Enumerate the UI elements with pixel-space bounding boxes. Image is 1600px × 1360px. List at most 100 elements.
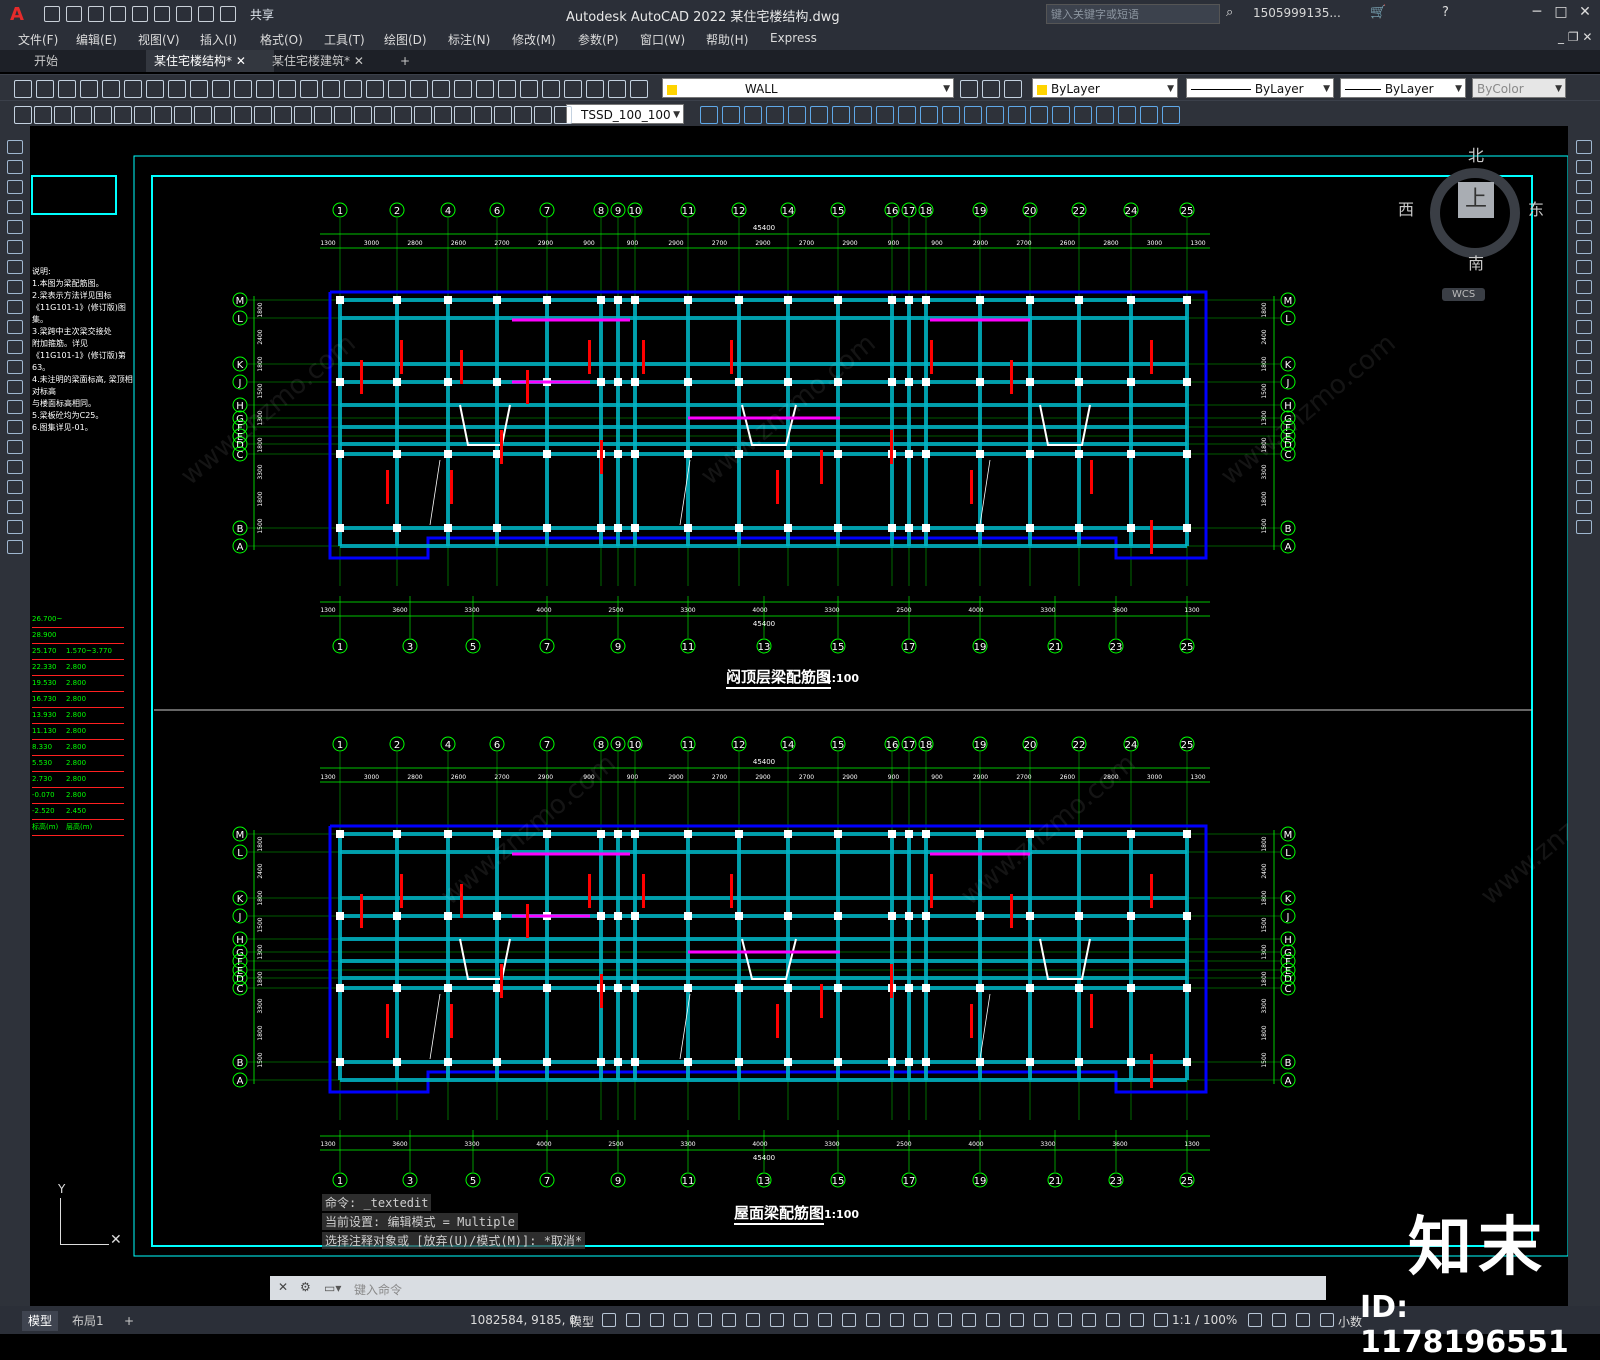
draw-tool-icon[interactable] [7, 380, 23, 394]
toolbar-tool-icon[interactable] [514, 106, 532, 124]
help-icon[interactable]: ? [1442, 5, 1449, 20]
toolbar-tool-icon[interactable] [214, 106, 232, 124]
menu-dimension[interactable]: 标注(N) [448, 31, 490, 48]
cart-icon[interactable]: 🛒 [1370, 5, 1386, 20]
toolbar-tool-icon[interactable] [300, 80, 318, 98]
draw-tool-icon[interactable] [7, 460, 23, 474]
modify-tool-icon[interactable] [1576, 200, 1592, 214]
new-layout-button[interactable]: + [118, 1311, 140, 1331]
print-icon[interactable] [176, 6, 192, 22]
save-to-web-icon[interactable] [154, 6, 170, 22]
toolbar-tool-icon[interactable] [476, 80, 494, 98]
menu-help[interactable]: 帮助(H) [706, 31, 748, 48]
menu-file[interactable]: 文件(F) [18, 31, 58, 48]
modify-tool-icon[interactable] [1140, 106, 1158, 124]
toolbar-tool-icon[interactable] [554, 106, 572, 124]
toolbar-tool-icon[interactable] [434, 106, 452, 124]
toolbar-tool-icon[interactable] [520, 80, 538, 98]
toolbar-tool-icon[interactable] [334, 106, 352, 124]
modify-tool-icon[interactable] [1162, 106, 1180, 124]
toolbar-tool-icon[interactable] [394, 106, 412, 124]
modify-tool-icon[interactable] [898, 106, 916, 124]
toolbar-tool-icon[interactable] [278, 80, 296, 98]
menu-parametric[interactable]: 参数(P) [578, 31, 619, 48]
modify-tool-icon[interactable] [1052, 106, 1070, 124]
search-icon[interactable]: ⌕ [1226, 5, 1233, 20]
modify-tool-icon[interactable] [1576, 420, 1592, 434]
tab-model[interactable]: 模型 [22, 1311, 59, 1331]
modify-tool-icon[interactable] [1576, 320, 1592, 334]
toolbar-tool-icon[interactable] [34, 106, 52, 124]
toolbar-tool-icon[interactable] [256, 80, 274, 98]
toolbar-tool-icon[interactable] [586, 80, 604, 98]
toolbar-tool-icon[interactable] [58, 80, 76, 98]
toolbar-tool-icon[interactable] [454, 80, 472, 98]
modify-tool-icon[interactable] [1576, 260, 1592, 274]
draw-tool-icon[interactable] [7, 320, 23, 334]
modify-tool-icon[interactable] [1576, 520, 1592, 534]
status-toggle-icon[interactable] [1082, 1313, 1096, 1327]
menu-modify[interactable]: 修改(M) [512, 31, 556, 48]
status-toggle-icon[interactable] [1248, 1313, 1262, 1327]
user-account[interactable]: 1505999135... [1253, 6, 1341, 20]
modify-tool-icon[interactable] [942, 106, 960, 124]
modify-tool-icon[interactable] [832, 106, 850, 124]
status-toggle-icon[interactable] [1058, 1313, 1072, 1327]
toolbar-tool-icon[interactable] [542, 80, 560, 98]
model-space-canvas[interactable]: 1 2 4 6 7 8 9 10 11 12 14 15 16 17 18 19 20 22 24 25 1 3 5 7 9 11… [30, 126, 1568, 1276]
status-toggle-icon[interactable] [914, 1313, 928, 1327]
status-toggle-icon[interactable] [962, 1313, 976, 1327]
modify-tool-icon[interactable] [1576, 340, 1592, 354]
modify-tool-icon[interactable] [1576, 460, 1592, 474]
toolbar-tool-icon[interactable] [146, 80, 164, 98]
model-space-toggle[interactable]: 模型 [570, 1313, 594, 1330]
modify-tool-icon[interactable] [1118, 106, 1136, 124]
menu-edit[interactable]: 编辑(E) [76, 31, 117, 48]
status-toggle-icon[interactable] [698, 1313, 712, 1327]
toolbar-tool-icon[interactable] [94, 106, 112, 124]
toolbar-tool-icon[interactable] [564, 80, 582, 98]
modify-tool-icon[interactable] [920, 106, 938, 124]
undo-icon[interactable] [198, 6, 214, 22]
toolbar-tool-icon[interactable] [154, 106, 172, 124]
autocad-logo-icon[interactable]: A [4, 3, 30, 25]
toolbar-tool-icon[interactable] [474, 106, 492, 124]
modify-tool-icon[interactable] [1576, 480, 1592, 494]
menu-format[interactable]: 格式(O) [260, 31, 303, 48]
status-toggle-icon[interactable] [1296, 1313, 1310, 1327]
toolbar-tool-icon[interactable] [344, 80, 362, 98]
restore-doc-icon[interactable]: _ ❐ ✕ [1558, 30, 1592, 44]
tab-architecture[interactable]: 某住宅楼建筑* ✕ [264, 50, 392, 72]
draw-tool-icon[interactable] [7, 440, 23, 454]
status-toggle-icon[interactable] [818, 1313, 832, 1327]
color-dropdown[interactable]: ByLayer ▼ [1032, 78, 1178, 98]
lineweight-dropdown[interactable]: ByLayer ▼ [1340, 78, 1466, 98]
draw-tool-icon[interactable] [7, 180, 23, 194]
status-toggle-icon[interactable] [1272, 1313, 1286, 1327]
search-input[interactable]: 键入关键字或短语 [1046, 4, 1220, 24]
viewcube-south-label[interactable]: 南 [1468, 250, 1484, 274]
viewcube-north-label[interactable]: 北 [1468, 142, 1484, 166]
status-toggle-icon[interactable] [1154, 1313, 1168, 1327]
status-toggle-icon[interactable] [1010, 1313, 1024, 1327]
modify-tool-icon[interactable] [1576, 400, 1592, 414]
toolbar-tool-icon[interactable] [14, 80, 32, 98]
draw-tool-icon[interactable] [7, 480, 23, 494]
modify-tool-icon[interactable] [744, 106, 762, 124]
draw-tool-icon[interactable] [7, 260, 23, 274]
command-input[interactable]: ✕ ⚙ ▭▾ 键入命令 [270, 1276, 1326, 1300]
menu-view[interactable]: 视图(V) [138, 31, 180, 48]
status-toggle-icon[interactable] [986, 1313, 1000, 1327]
toolbar-tool-icon[interactable] [212, 80, 230, 98]
toolbar-tool-icon[interactable] [80, 80, 98, 98]
modify-tool-icon[interactable] [766, 106, 784, 124]
draw-tool-icon[interactable] [7, 400, 23, 414]
modify-tool-icon[interactable] [854, 106, 872, 124]
toolbar-tool-icon[interactable] [124, 80, 142, 98]
status-toggle-icon[interactable] [626, 1313, 640, 1327]
status-toggle-icon[interactable] [746, 1313, 760, 1327]
maximize-button[interactable]: □ [1550, 4, 1572, 20]
save-icon[interactable] [88, 6, 104, 22]
status-toggle-icon[interactable] [602, 1313, 616, 1327]
modify-tool-icon[interactable] [1576, 300, 1592, 314]
